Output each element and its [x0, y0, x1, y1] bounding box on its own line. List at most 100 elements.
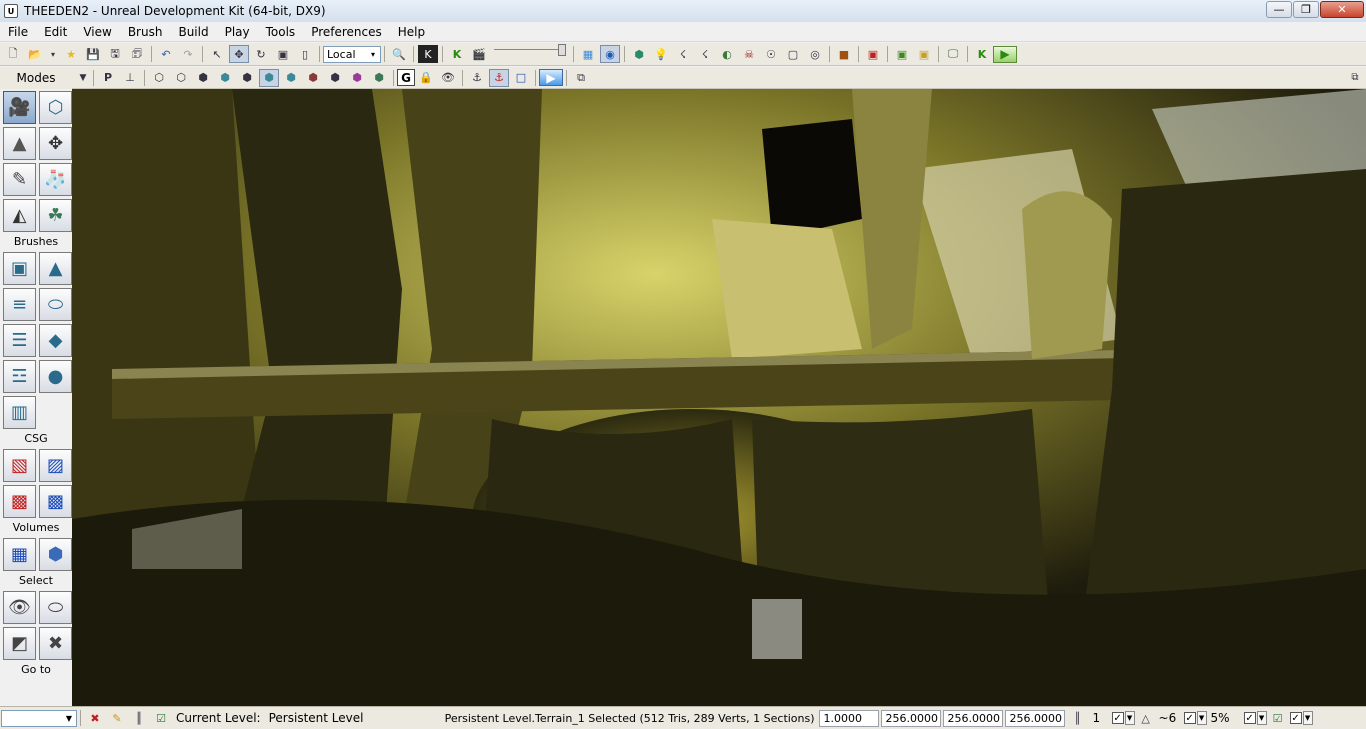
udk-app-icon[interactable]: U [4, 4, 18, 18]
linear-stair-brush-icon[interactable]: ☰ [3, 324, 36, 357]
rotation-snap-dropdown[interactable]: ▼ [1196, 711, 1207, 725]
select-cursor-icon[interactable]: ↖ [207, 45, 227, 63]
foliage-mode-icon[interactable]: ☘ [39, 199, 72, 232]
menu-view[interactable]: View [75, 22, 119, 42]
mesh-paint-icon[interactable]: 🧦 [39, 163, 72, 196]
camera-mode-icon[interactable]: 🎥 [3, 91, 36, 124]
detail-lighting-icon[interactable]: ⬢ [237, 69, 257, 87]
texture-density-icon[interactable]: ⬢ [303, 69, 323, 87]
favorite-star-icon[interactable]: ★ [61, 45, 81, 63]
rotate-icon[interactable]: ↻ [251, 45, 271, 63]
viewport-split-icon[interactable]: ⧉ [571, 69, 591, 87]
build-lighting-icon[interactable]: 💡 [651, 45, 671, 63]
save-icon[interactable]: 💾 [83, 45, 103, 63]
spiral-stair-brush-icon[interactable]: ☲ [3, 360, 36, 393]
translate-icon[interactable]: ✥ [229, 45, 249, 63]
brush-wireframe-icon[interactable]: ⬡ [149, 69, 169, 87]
curved-stair-brush-icon[interactable]: ≡ [3, 288, 36, 321]
menu-brush[interactable]: Brush [120, 22, 171, 42]
csg-intersect-icon[interactable]: ▩ [3, 485, 36, 518]
scale-icon[interactable]: ▣ [273, 45, 293, 63]
play-in-editor-button[interactable]: ▶ [993, 45, 1017, 63]
drag-grid-icon[interactable]: ✎ [107, 709, 127, 727]
realtime-dropdown[interactable]: ▼ [1302, 711, 1313, 725]
drag-scale-field[interactable]: 1.0000 [818, 709, 879, 727]
cube-brush-icon[interactable]: ▣ [3, 252, 36, 285]
eye-icon[interactable]: 👁 [438, 69, 458, 87]
wireframe-icon[interactable]: ⬡ [171, 69, 191, 87]
landscape-mode-icon[interactable]: ◭ [3, 199, 36, 232]
menu-preferences[interactable]: Preferences [303, 22, 390, 42]
grid-ruler-icon[interactable]: ║ [1068, 709, 1088, 727]
rotation-snap-checkbox[interactable]: ✓ [1183, 712, 1196, 724]
volume-cube-icon[interactable]: ⬢ [39, 538, 72, 571]
matinee-clapper-icon[interactable]: 🎬 [469, 45, 489, 63]
texture-icon[interactable]: ■ [834, 45, 854, 63]
lock-icon[interactable]: 🔒 [416, 69, 436, 87]
frame-icon[interactable]: □ [511, 69, 531, 87]
cylinder-brush-icon[interactable]: ⬭ [39, 288, 72, 321]
restore-button[interactable]: ❐ [1293, 1, 1319, 18]
build-geometry-icon[interactable]: ▦ [578, 45, 598, 63]
build-all-icon[interactable]: ⬢ [629, 45, 649, 63]
lighting-channels-icon[interactable]: ⬢ [369, 69, 389, 87]
new-icon[interactable]: 🗋 [3, 45, 23, 63]
lit-icon[interactable]: ⬢ [215, 69, 235, 87]
perspective-viewport[interactable] [72, 89, 1366, 706]
cone-brush-icon[interactable]: ▲ [39, 252, 72, 285]
shader-complexity-icon[interactable]: ⬢ [325, 69, 345, 87]
menu-tools[interactable]: Tools [258, 22, 304, 42]
move-mode-icon[interactable]: ✥ [39, 127, 72, 160]
error-x-icon[interactable]: ✖ [85, 709, 105, 727]
lock-viewport-icon[interactable]: ⊥ [120, 69, 140, 87]
grid-snap-checkbox[interactable]: ✓ [1111, 712, 1124, 724]
play-in-viewport-button[interactable]: ▶ [539, 69, 563, 86]
select-invert-icon[interactable]: ◩ [3, 627, 36, 660]
csg-subtract-icon[interactable]: ▨ [39, 449, 72, 482]
autosave-icon[interactable]: ☑ [1268, 709, 1288, 727]
binoculars-icon[interactable]: 🔍 [389, 45, 409, 63]
realtime-checkbox[interactable]: ✓ [1289, 712, 1302, 724]
coordinate-system-select[interactable]: Local ▾ [323, 45, 381, 63]
slider-thumb[interactable] [558, 44, 566, 56]
redo-icon[interactable]: ↷ [178, 45, 198, 63]
status-dropdown[interactable]: ▼ [1, 709, 77, 727]
unlit-icon[interactable]: ⬢ [193, 69, 213, 87]
actor-classes-icon[interactable]: ☉ [761, 45, 781, 63]
terrain-mode-icon[interactable]: ▲ [3, 127, 36, 160]
save-as-icon[interactable]: 🖫 [105, 45, 125, 63]
film-green-icon[interactable]: ▣ [892, 45, 912, 63]
undo-icon[interactable]: ↶ [156, 45, 176, 63]
scene-manager-icon[interactable]: ▢ [783, 45, 803, 63]
scale-x-field[interactable]: 256.0000 [880, 709, 941, 727]
kismet-k-icon[interactable]: K [447, 45, 467, 63]
joystick-red-icon[interactable]: ⚓ [489, 68, 509, 87]
film-red-icon[interactable]: ▣ [863, 45, 883, 63]
rotation-snap-icon[interactable]: △ [1136, 709, 1156, 727]
menu-help[interactable]: Help [390, 22, 433, 42]
recent-dropdown-icon[interactable]: ▾ [47, 45, 59, 63]
menu-play[interactable]: Play [217, 22, 258, 42]
close-button[interactable]: ✕ [1320, 1, 1364, 18]
joystick-icon[interactable]: ⚓ [467, 69, 487, 87]
light-complexity-icon[interactable]: ⬢ [281, 69, 301, 87]
film-yellow-icon[interactable]: ▣ [914, 45, 934, 63]
add-volume-icon[interactable]: ▦ [3, 538, 36, 571]
generic-browser-icon[interactable]: ☠ [739, 45, 759, 63]
lightmap-density-icon[interactable]: ⬢ [347, 69, 367, 87]
hide-selected-icon[interactable]: ⬭ [39, 591, 72, 624]
camera-speed-slider[interactable] [494, 44, 566, 59]
menu-file[interactable]: File [0, 22, 36, 42]
content-browser-icon[interactable]: ◐ [717, 45, 737, 63]
kismet-play-icon[interactable]: K [972, 45, 992, 63]
sphere-brush-icon[interactable]: ● [39, 360, 72, 393]
sheet-brush-icon[interactable]: ◆ [39, 324, 72, 357]
scale-z-field[interactable]: 256.0000 [1004, 709, 1065, 727]
level-grid-icon[interactable]: ║ [129, 709, 149, 727]
volumetric-brush-icon[interactable]: ▥ [3, 396, 36, 429]
perspective-p-icon[interactable]: P [98, 69, 118, 87]
menu-build[interactable]: Build [170, 22, 216, 42]
scale-snap-checkbox[interactable]: ✓ [1243, 712, 1256, 724]
lighting-only-icon[interactable]: ⬢ [259, 68, 279, 87]
csg-add-icon[interactable]: ▧ [3, 449, 36, 482]
